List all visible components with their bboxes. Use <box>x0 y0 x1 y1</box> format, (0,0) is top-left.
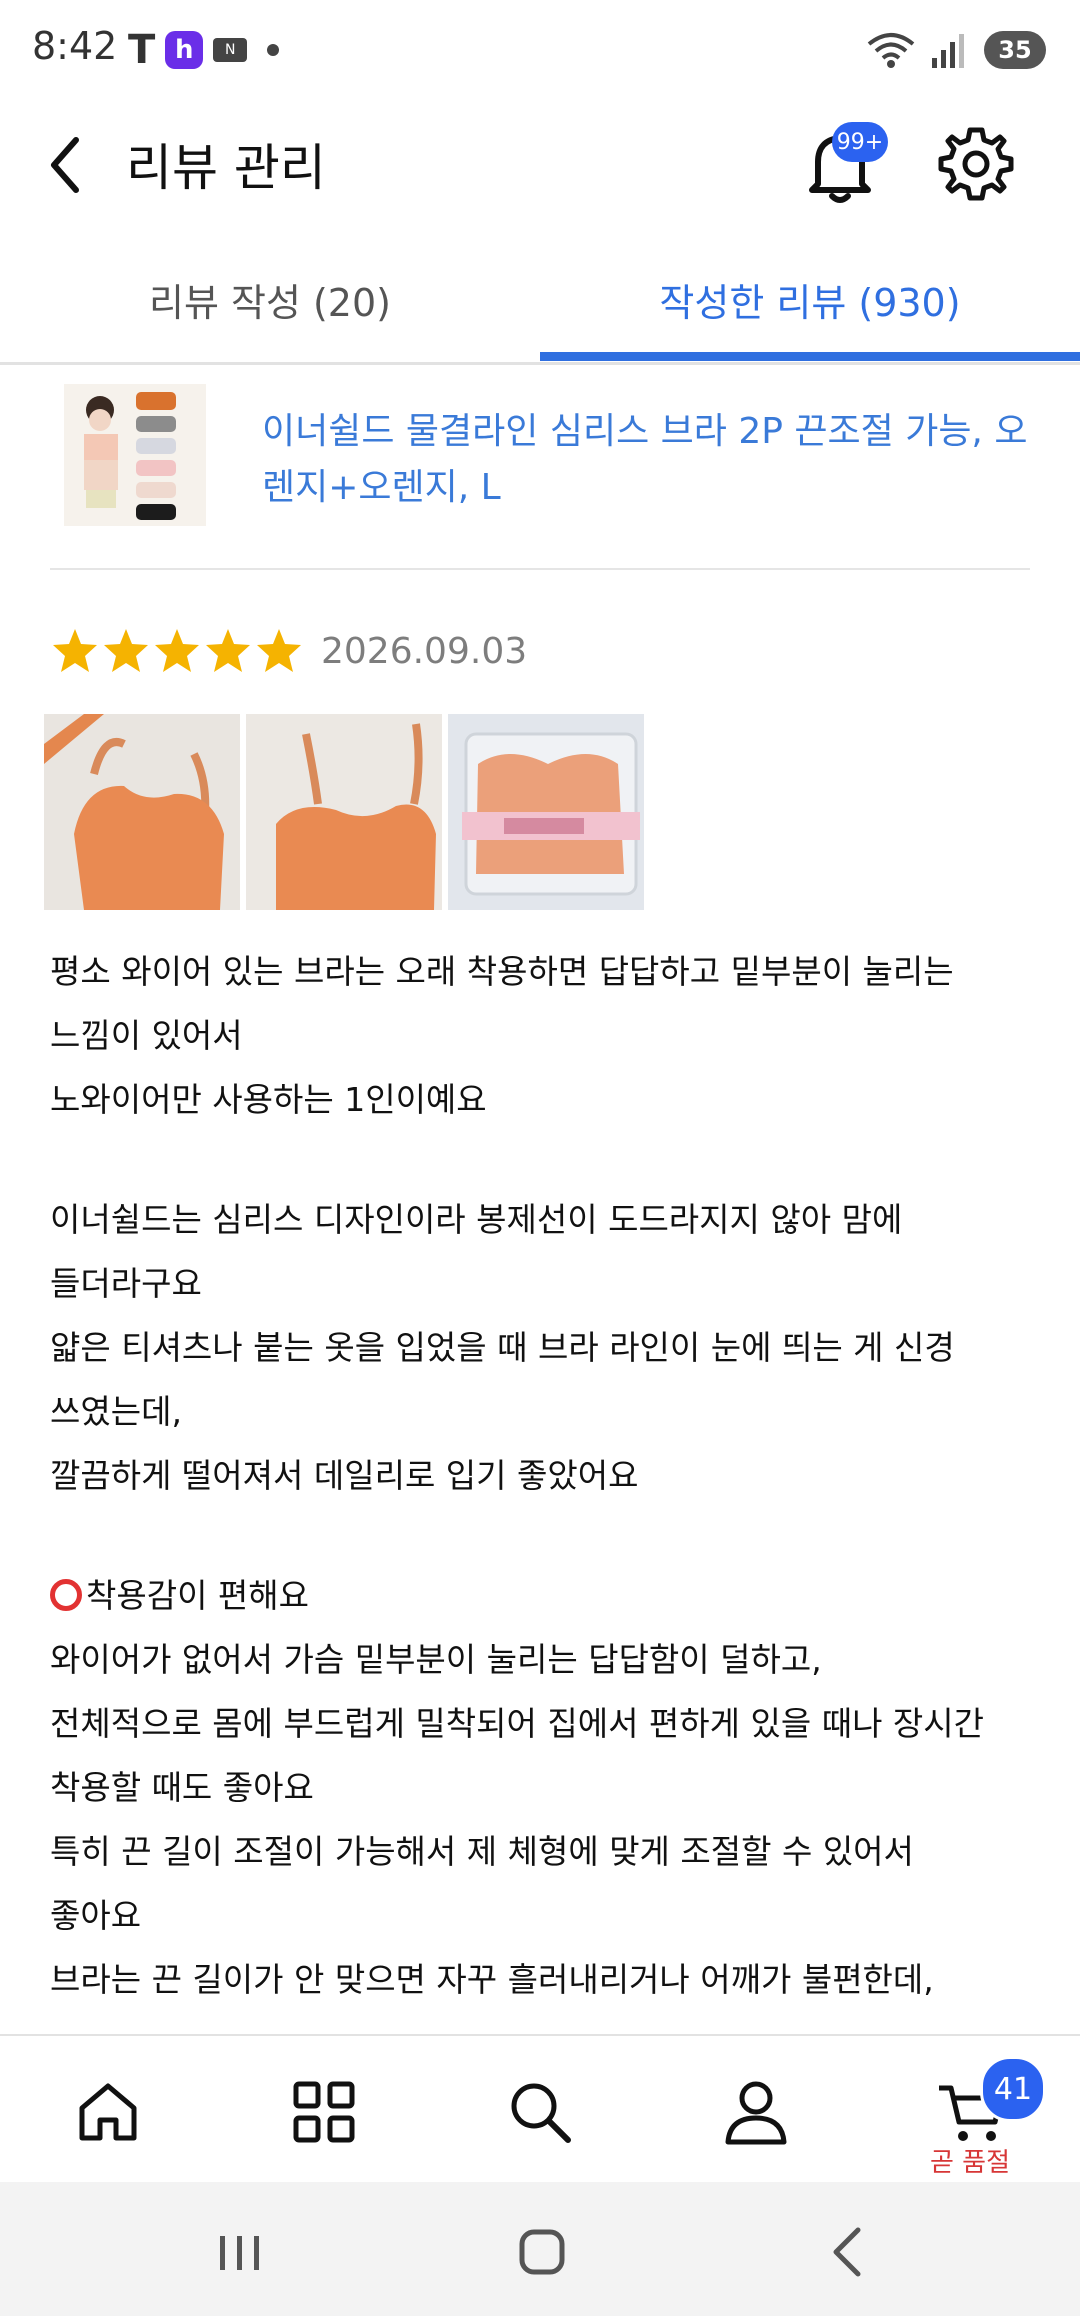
back-arrow-icon[interactable] <box>40 130 100 200</box>
signal-icon <box>932 34 964 68</box>
product-name-link[interactable]: 이너쉴드 물결라인 심리스 브라 2P 끈조절 가능, 오렌지+오렌지, L <box>262 404 1042 516</box>
star-icon <box>104 629 148 672</box>
app-header: 리뷰 관리 99+ <box>0 100 1080 230</box>
status-system-icons: 35 <box>866 30 1046 70</box>
review-photo[interactable] <box>246 714 442 910</box>
status-time: 8:42 <box>32 24 118 68</box>
review-line: 와이어가 없어서 가슴 밑부분이 눌리는 답답함이 덜하고, <box>50 1640 822 1679</box>
review-line: 이너쉴드는 심리스 디자인이라 봉제선이 도드라지지 않아 맘에 <box>50 1200 903 1239</box>
page-title: 리뷰 관리 <box>126 139 326 197</box>
review-line: 쓰였는데, <box>50 1392 182 1431</box>
recent-apps-icon[interactable] <box>210 2222 270 2282</box>
notification-badge: 99+ <box>832 122 888 162</box>
review-line-heading: 착용감이 편해요 <box>86 1576 310 1615</box>
star-icon <box>206 629 250 672</box>
review-date: 2026.09.03 <box>321 630 528 672</box>
review-photos <box>44 714 644 910</box>
red-circle-icon <box>50 1579 82 1611</box>
review-line-blank <box>50 1508 1040 1564</box>
review-line: 들더라구요 <box>50 1264 202 1303</box>
review-line: 얇은 티셔츠나 붙는 옷을 입었을 때 브라 라인이 눈에 띄는 게 신경 <box>50 1328 955 1367</box>
review-line: 착용할 때도 좋아요 <box>50 1768 314 1807</box>
battery-indicator: 35 <box>984 31 1046 69</box>
category-grid-icon[interactable] <box>288 2076 360 2148</box>
wifi-icon <box>867 33 915 68</box>
status-notification-icons: T h N <box>128 27 280 73</box>
system-navigation-bar <box>0 2182 1080 2316</box>
star-icon <box>155 629 199 672</box>
settings-gear-icon[interactable] <box>936 124 1016 204</box>
home-button-icon[interactable] <box>512 2222 572 2282</box>
review-photo[interactable] <box>44 714 240 910</box>
review-line-blank <box>50 1132 1040 1188</box>
review-tabs: 리뷰 작성 (20) 작성한 리뷰 (930) <box>0 240 1080 365</box>
active-tab-indicator <box>540 352 1080 361</box>
star-icon <box>257 629 301 672</box>
home-icon[interactable] <box>72 2076 144 2148</box>
search-icon[interactable] <box>504 2076 576 2148</box>
review-line: 평소 와이어 있는 브라는 오래 착용하면 답답하고 밑부분이 눌리는 <box>50 952 954 991</box>
review-line: 깔끔하게 떨어져서 데일리로 입기 좋았어요 <box>50 1456 639 1495</box>
review-line: 좋아요 <box>50 1896 142 1935</box>
bottom-navigation: 41 곧 품절 <box>0 2034 1080 2182</box>
review-line: 전체적으로 몸에 부드럽게 밀착되어 집에서 편하게 있을 때나 장시간 <box>50 1704 984 1743</box>
review-line: 브라는 끈 길이가 안 맞으면 자꾸 흘러내리거나 어깨가 불편한데, <box>50 1960 934 1999</box>
star-icon <box>53 629 97 672</box>
review-line: 느낌이 있어서 <box>50 1016 243 1055</box>
product-thumbnail[interactable] <box>64 384 206 526</box>
nfc-icon: N <box>213 38 248 62</box>
review-rating: 2026.09.03 <box>50 626 527 676</box>
review-line: 노와이어만 사용하는 1인이예요 <box>50 1080 487 1119</box>
h-app-icon: h <box>165 31 204 69</box>
tab-written-reviews[interactable]: 작성한 리뷰 (930) <box>540 240 1080 358</box>
my-page-person-icon[interactable] <box>720 2076 792 2148</box>
cart-soldout-label: 곧 품절 <box>929 2148 1011 2178</box>
more-notifications-dot-icon <box>267 44 280 56</box>
product-card[interactable]: 이너쉴드 물결라인 심리스 브라 2P 끈조절 가능, 오렌지+오렌지, L <box>50 380 1030 570</box>
review-line: 특히 끈 길이 조절이 가능해서 제 체형에 맞게 조절할 수 있어서 <box>50 1832 914 1871</box>
system-back-icon[interactable] <box>820 2222 880 2282</box>
t-app-icon: T <box>128 27 156 73</box>
review-photo[interactable] <box>448 714 644 910</box>
status-bar: 8:42 T h N 35 <box>0 0 1080 100</box>
review-body: 평소 와이어 있는 브라는 오래 착용하면 답답하고 밑부분이 눌리는 느낌이 … <box>50 940 1040 2030</box>
tab-write-review[interactable]: 리뷰 작성 (20) <box>0 240 540 358</box>
review-line: 착용감이 편해요 <box>50 1564 1040 1628</box>
cart-count-badge: 41 <box>980 2056 1046 2122</box>
